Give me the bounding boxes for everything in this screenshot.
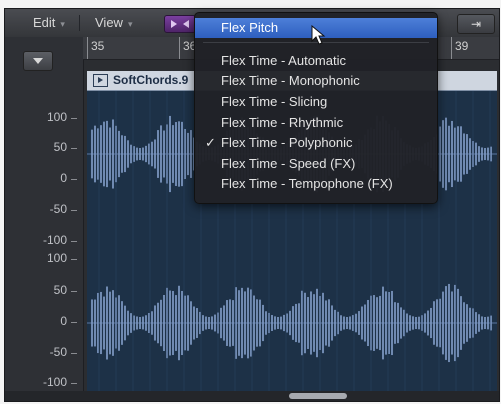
audio-track-editor: Edit ▾ View ▾ ⇥ 100 50 0 -50 -100 100 50… xyxy=(0,0,501,404)
flex-mode-button[interactable] xyxy=(164,15,196,33)
menu-item-label: Flex Time - Rhythmic xyxy=(221,115,344,130)
triangle-down-icon xyxy=(33,58,43,64)
flex-icon xyxy=(171,20,189,28)
axis-tick xyxy=(71,353,77,354)
menu-item-flex-time-tempophone[interactable]: Flex Time - Tempophone (FX) xyxy=(195,174,437,194)
menu-item-label: Flex Time - Polyphonic xyxy=(221,135,353,150)
axis-label: -50 xyxy=(49,202,67,216)
scroll-thumb[interactable] xyxy=(289,393,347,399)
axis-tick xyxy=(71,210,77,211)
toolbar-divider xyxy=(79,15,80,31)
axis-tick xyxy=(71,241,77,242)
axis-label: 0 xyxy=(60,314,67,328)
ruler-tick xyxy=(451,37,452,59)
disclosure-button[interactable] xyxy=(23,51,53,71)
axis-label: 100 xyxy=(46,251,67,265)
view-label: View xyxy=(95,15,123,30)
checkmark-icon: ✓ xyxy=(205,135,216,150)
chevron-down-icon: ▾ xyxy=(60,19,65,29)
axis-label: -50 xyxy=(49,345,67,359)
menu-item-flex-time-automatic[interactable]: Flex Time - Automatic xyxy=(195,51,437,71)
menu-item-label: Flex Time - Automatic xyxy=(221,53,346,68)
axis-label: 50 xyxy=(53,140,67,154)
play-icon xyxy=(93,74,108,87)
axis-tick xyxy=(71,383,77,384)
edit-menu-button[interactable]: Edit ▾ xyxy=(33,14,65,31)
menu-item-label: Flex Pitch xyxy=(221,20,279,35)
axis-label: 100 xyxy=(46,110,67,124)
region-name: SoftChords.9 xyxy=(113,73,189,87)
axis-label: -100 xyxy=(42,375,67,389)
axis-label: 0 xyxy=(60,171,67,185)
axis-label: -100 xyxy=(42,233,67,247)
menu-item-flex-time-rhythmic[interactable]: Flex Time - Rhythmic xyxy=(195,113,437,133)
menu-item-label: Flex Time - Slicing xyxy=(221,94,328,109)
track-amplitude-panel: 100 50 0 -50 -100 100 50 0 -50 -100 xyxy=(5,37,84,401)
edit-label: Edit xyxy=(33,15,56,30)
ruler-bar-number: 35 xyxy=(91,39,105,53)
menu-item-label: Flex Time - Speed (FX) xyxy=(221,156,356,171)
axis-tick xyxy=(71,118,77,119)
catch-playhead-button[interactable]: ⇥ xyxy=(457,14,495,34)
menu-item-flex-time-speed[interactable]: Flex Time - Speed (FX) xyxy=(195,154,437,174)
menu-item-label: Flex Time - Tempophone (FX) xyxy=(221,176,393,191)
axis-tick xyxy=(71,148,77,149)
ruler-tick xyxy=(179,37,180,59)
catch-playhead-icon: ⇥ xyxy=(470,17,482,31)
axis-label: 50 xyxy=(53,283,67,297)
view-menu-button[interactable]: View ▾ xyxy=(95,14,132,31)
axis-tick xyxy=(71,179,77,180)
mouse-pointer-icon xyxy=(311,25,326,45)
ruler-tick xyxy=(87,37,88,59)
ruler-bar-number: 39 xyxy=(455,39,469,53)
menu-item-flex-time-polyphonic[interactable]: ✓ Flex Time - Polyphonic xyxy=(195,133,437,153)
chevron-down-icon: ▾ xyxy=(127,19,133,29)
horizontal-scrollbar[interactable] xyxy=(5,391,499,401)
menu-item-label: Flex Time - Monophonic xyxy=(221,73,360,88)
menu-item-flex-time-monophonic[interactable]: Flex Time - Monophonic xyxy=(195,71,437,91)
axis-tick xyxy=(71,322,77,323)
menu-item-flex-time-slicing[interactable]: Flex Time - Slicing xyxy=(195,92,437,112)
axis-tick xyxy=(71,259,77,260)
axis-tick xyxy=(71,291,77,292)
